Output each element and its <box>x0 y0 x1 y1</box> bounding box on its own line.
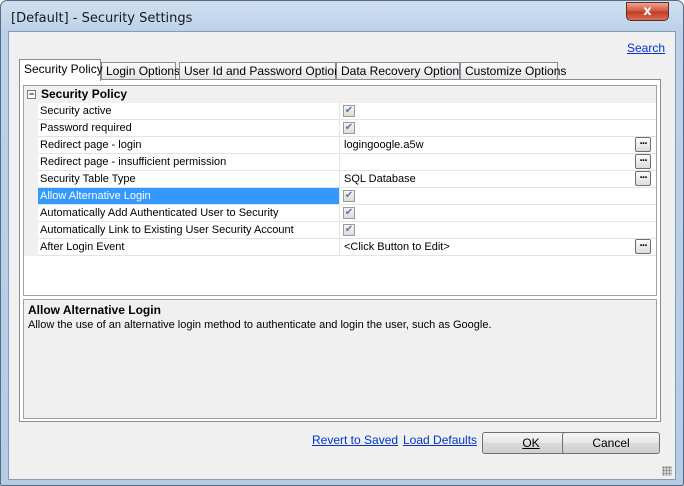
property-row-password-required[interactable]: Password required ✔ <box>24 120 656 137</box>
redirect-login-browse-button[interactable]: ... <box>635 137 651 152</box>
grid-section-header: − Security Policy <box>24 86 656 103</box>
after-login-event-value[interactable]: <Click Button to Edit> <box>341 239 621 255</box>
property-row-allow-alternative-login[interactable]: Allow Alternative Login ✔ <box>24 188 656 205</box>
property-name[interactable]: Automatically Link to Existing User Secu… <box>38 222 340 238</box>
tab-user-id-password-options[interactable]: User Id and Password Options <box>179 62 347 80</box>
property-name[interactable]: After Login Event <box>38 239 340 255</box>
auto-add-user-checkbox[interactable]: ✔ <box>343 207 355 219</box>
tab-customize-options[interactable]: Customize Options <box>460 62 566 80</box>
property-name[interactable]: Security Table Type <box>38 171 340 187</box>
property-row-auto-add-user[interactable]: Automatically Add Authenticated User to … <box>24 205 656 222</box>
title-bar[interactable]: [Default] - Security Settings x <box>1 1 683 35</box>
property-name[interactable]: Redirect page - login <box>38 137 340 153</box>
section-title: Security Policy <box>41 87 128 101</box>
search-link[interactable]: Search <box>627 41 665 55</box>
property-row-redirect-insufficient[interactable]: Redirect page - insufficient permission … <box>24 154 656 171</box>
security-table-type-value[interactable]: SQL Database <box>341 171 621 187</box>
cancel-label: Cancel <box>592 436 630 450</box>
after-login-event-edit-button[interactable]: ... <box>635 239 651 254</box>
property-row-security-table-type[interactable]: Security Table Type SQL Database ... <box>24 171 656 188</box>
check-icon: ✔ <box>344 224 354 235</box>
row-gutter <box>24 222 38 239</box>
load-defaults-link[interactable]: Load Defaults <box>403 433 477 447</box>
check-icon: ✔ <box>344 105 354 116</box>
property-name[interactable]: Security active <box>38 103 340 119</box>
row-gutter <box>24 171 38 188</box>
redirect-insufficient-value[interactable] <box>341 154 621 170</box>
row-gutter <box>24 137 38 154</box>
revert-to-saved-link[interactable]: Revert to Saved <box>312 433 398 447</box>
auto-link-account-checkbox[interactable]: ✔ <box>343 224 355 236</box>
dialog-client-area: Search Security Policy Login Options Use… <box>8 31 676 480</box>
resize-grip-icon[interactable] <box>662 466 672 476</box>
allow-alternative-login-checkbox[interactable]: ✔ <box>343 190 355 202</box>
tab-data-recovery-options[interactable]: Data Recovery Options <box>336 62 465 80</box>
security-policy-panel: − Security Policy Security active ✔ Pass… <box>19 79 661 422</box>
ok-label: OK <box>522 436 540 450</box>
check-icon: ✔ <box>344 122 354 133</box>
check-icon: ✔ <box>344 207 354 218</box>
row-gutter <box>24 205 38 222</box>
property-row-security-active[interactable]: Security active ✔ <box>24 103 656 120</box>
check-icon: ✔ <box>344 190 354 201</box>
security-settings-window: [Default] - Security Settings x Search S… <box>0 0 684 486</box>
property-name[interactable]: Allow Alternative Login <box>38 188 340 204</box>
security-active-checkbox[interactable]: ✔ <box>343 105 355 117</box>
row-gutter <box>24 188 38 205</box>
property-row-redirect-login[interactable]: Redirect page - login logingoogle.a5w ..… <box>24 137 656 154</box>
password-required-checkbox[interactable]: ✔ <box>343 122 355 134</box>
security-table-type-browse-button[interactable]: ... <box>635 171 651 186</box>
description-text: Allow the use of an alternative login me… <box>28 319 492 331</box>
description-panel: Allow Alternative Login Allow the use of… <box>23 299 657 419</box>
row-gutter <box>24 239 38 256</box>
window-title: [Default] - Security Settings <box>11 11 193 26</box>
row-gutter <box>24 103 38 120</box>
property-row-auto-link-account[interactable]: Automatically Link to Existing User Secu… <box>24 222 656 239</box>
description-title: Allow Alternative Login <box>28 303 161 317</box>
row-gutter <box>24 154 38 171</box>
close-button[interactable]: x <box>626 2 669 21</box>
property-name[interactable]: Password required <box>38 120 340 136</box>
collapse-icon[interactable]: − <box>27 90 36 99</box>
property-name[interactable]: Automatically Add Authenticated User to … <box>38 205 340 221</box>
cancel-button[interactable]: Cancel <box>562 432 660 454</box>
tab-security-policy[interactable]: Security Policy <box>19 59 103 81</box>
redirect-login-value[interactable]: logingoogle.a5w <box>341 137 621 153</box>
property-name[interactable]: Redirect page - insufficient permission <box>38 154 340 170</box>
redirect-insufficient-browse-button[interactable]: ... <box>635 154 651 169</box>
property-row-after-login-event[interactable]: After Login Event <Click Button to Edit>… <box>24 239 656 256</box>
row-gutter <box>24 120 38 137</box>
tab-login-options[interactable]: Login Options <box>101 62 180 80</box>
property-grid: − Security Policy Security active ✔ Pass… <box>23 85 657 296</box>
